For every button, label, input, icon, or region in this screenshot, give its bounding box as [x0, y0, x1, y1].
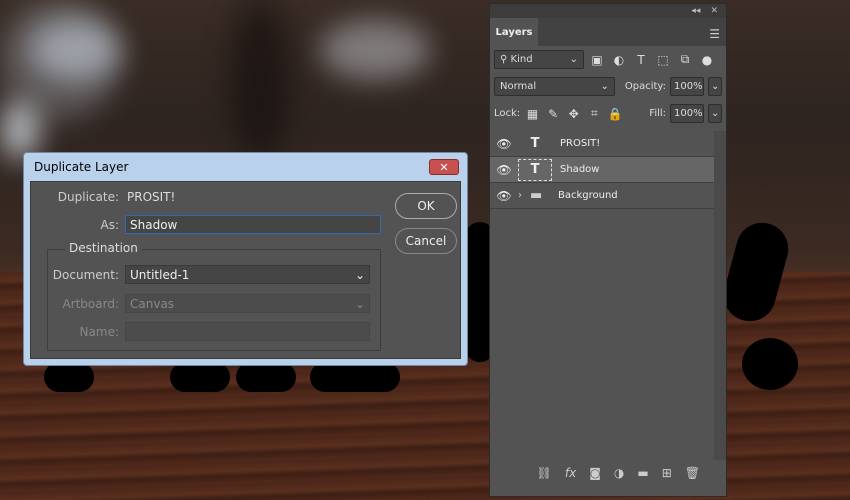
artboard-row: Artboard: Canvas ⌄: [31, 294, 370, 313]
panel-tabbar: Layers ☰: [490, 18, 726, 46]
close-button[interactable]: ✕: [429, 159, 459, 175]
as-value: Shadow: [130, 217, 178, 232]
lock-artboard-icon[interactable]: ⌗: [586, 105, 603, 123]
fx-icon[interactable]: fx: [565, 466, 576, 480]
lock-transparency-icon[interactable]: ▦: [524, 105, 541, 123]
filter-kind-value: Kind: [510, 54, 533, 65]
document-select[interactable]: Untitled-1 ⌄: [125, 265, 370, 284]
ok-button[interactable]: OK: [395, 193, 457, 219]
exclamation-dot: [742, 338, 798, 390]
tab-layers[interactable]: Layers: [490, 18, 538, 46]
fill-dropdown-icon[interactable]: ⌄: [708, 104, 723, 123]
eye-icon[interactable]: 👁: [490, 189, 518, 203]
layer-mask-icon[interactable]: ◙: [589, 466, 601, 480]
layer-row-selected[interactable]: 👁 T Shadow: [490, 157, 714, 183]
layer-name: Background: [558, 190, 618, 201]
as-label: As:: [100, 217, 119, 232]
filter-kind-select[interactable]: ⚲ Kind ⌄: [494, 50, 584, 69]
opacity-dropdown-icon[interactable]: ⌄: [708, 77, 722, 96]
bokeh-light: [320, 20, 430, 80]
chevron-down-icon: ⌄: [569, 54, 578, 65]
duplicate-layer-dialog: Duplicate Layer ✕ Duplicate: PROSIT! As:…: [23, 152, 468, 366]
text-layer-icon: T: [518, 158, 552, 181]
new-group-icon[interactable]: ▬: [637, 466, 648, 480]
layers-panel: ◂◂ ✕ Layers ☰ ⚲ Kind ⌄ ▣ ◐ T ⬚ ⧉ ● Norma…: [489, 3, 727, 497]
chevron-down-icon: ⌄: [600, 81, 609, 92]
duplicate-value: PROSIT!: [127, 190, 176, 204]
smart-object-filter-icon[interactable]: ⧉: [676, 51, 694, 69]
lock-pixels-icon[interactable]: ✎: [545, 105, 562, 123]
lock-label: Lock:: [494, 108, 521, 119]
folder-icon: ▬: [530, 188, 543, 203]
search-icon: ⚲: [500, 54, 508, 65]
eye-icon[interactable]: 👁: [490, 137, 518, 151]
artboard-value: Canvas: [130, 296, 175, 311]
expand-arrow-icon[interactable]: ›: [518, 190, 530, 201]
blend-mode-select[interactable]: Normal ⌄: [494, 77, 615, 96]
fill-value: 100%: [674, 108, 703, 119]
dialog-title: Duplicate Layer: [34, 160, 129, 174]
opacity-value: 100%: [674, 81, 703, 92]
shape-filter-icon[interactable]: ⬚: [654, 51, 672, 69]
adjustment-layer-icon[interactable]: ◑: [614, 466, 624, 480]
as-row: As: Shadow: [31, 215, 381, 234]
dialog-titlebar[interactable]: Duplicate Layer ✕: [30, 153, 461, 181]
blend-row: Normal ⌄ Opacity: 100% ⌄: [490, 73, 726, 100]
panel-menu-icon[interactable]: ☰: [709, 27, 720, 41]
bokeh-light: [30, 20, 120, 80]
fill-label: Fill:: [649, 108, 667, 119]
opacity-input[interactable]: 100%: [670, 77, 704, 96]
as-input[interactable]: Shadow: [125, 215, 381, 234]
duplicate-row: Duplicate: PROSIT!: [31, 190, 176, 204]
dark-pillar: [230, 0, 290, 160]
panel-header: ◂◂ ✕: [490, 4, 726, 18]
artboard-select: Canvas ⌄: [125, 294, 370, 313]
layers-list: 👁 T PROSIT! 👁 T Shadow 👁 › ▬ Background: [490, 131, 714, 209]
name-row: Name:: [31, 322, 370, 341]
close-panel-icon[interactable]: ✕: [710, 6, 718, 16]
text-shape: [170, 362, 230, 392]
document-row: Document: Untitled-1 ⌄: [31, 265, 370, 284]
text-shape: [44, 362, 94, 392]
duplicate-label: Duplicate:: [57, 190, 119, 204]
cancel-button[interactable]: Cancel: [395, 228, 457, 254]
trash-icon[interactable]: 🗑: [685, 466, 700, 480]
text-shape: [310, 362, 400, 392]
document-label: Document:: [52, 267, 119, 282]
layers-footer-toolbar: ⛓ fx ◙ ◑ ▬ ⊞ 🗑: [490, 462, 726, 484]
chevron-down-icon: ⌄: [354, 267, 365, 282]
layer-row[interactable]: 👁 T PROSIT!: [490, 131, 714, 157]
lock-position-icon[interactable]: ✥: [565, 105, 582, 123]
filter-toggle-icon[interactable]: ●: [698, 51, 716, 69]
type-filter-icon[interactable]: T: [632, 51, 650, 69]
document-value: Untitled-1: [130, 267, 190, 282]
blend-mode-value: Normal: [500, 81, 537, 92]
text-layer-icon: T: [530, 136, 540, 151]
name-input: [125, 322, 370, 341]
text-shape: [236, 362, 296, 392]
eye-icon[interactable]: 👁: [490, 163, 518, 177]
image-filter-icon[interactable]: ▣: [588, 51, 606, 69]
collapse-icon[interactable]: ◂◂: [691, 6, 700, 16]
destination-legend: Destination: [65, 241, 142, 255]
layers-scrollbar[interactable]: [714, 131, 726, 460]
opacity-label: Opacity:: [624, 81, 666, 92]
name-label: Name:: [79, 324, 119, 339]
lock-all-icon[interactable]: 🔒: [607, 105, 624, 123]
layer-name: PROSIT!: [560, 138, 601, 149]
layer-row[interactable]: 👁 › ▬ Background: [490, 183, 714, 209]
link-layers-icon[interactable]: ⛓: [537, 466, 552, 480]
lock-row: Lock: ▦ ✎ ✥ ⌗ 🔒 Fill: 100% ⌄: [490, 100, 726, 127]
artboard-label: Artboard:: [62, 296, 119, 311]
adjustment-filter-icon[interactable]: ◐: [610, 51, 628, 69]
chevron-down-icon: ⌄: [354, 296, 365, 311]
filter-row: ⚲ Kind ⌄ ▣ ◐ T ⬚ ⧉ ●: [490, 46, 726, 73]
dialog-body: Duplicate: PROSIT! As: Shadow Destinatio…: [30, 181, 461, 359]
bokeh-light: [0, 100, 40, 160]
fill-input[interactable]: 100%: [670, 104, 705, 123]
new-layer-icon[interactable]: ⊞: [662, 466, 672, 480]
layer-name: Shadow: [560, 164, 600, 175]
